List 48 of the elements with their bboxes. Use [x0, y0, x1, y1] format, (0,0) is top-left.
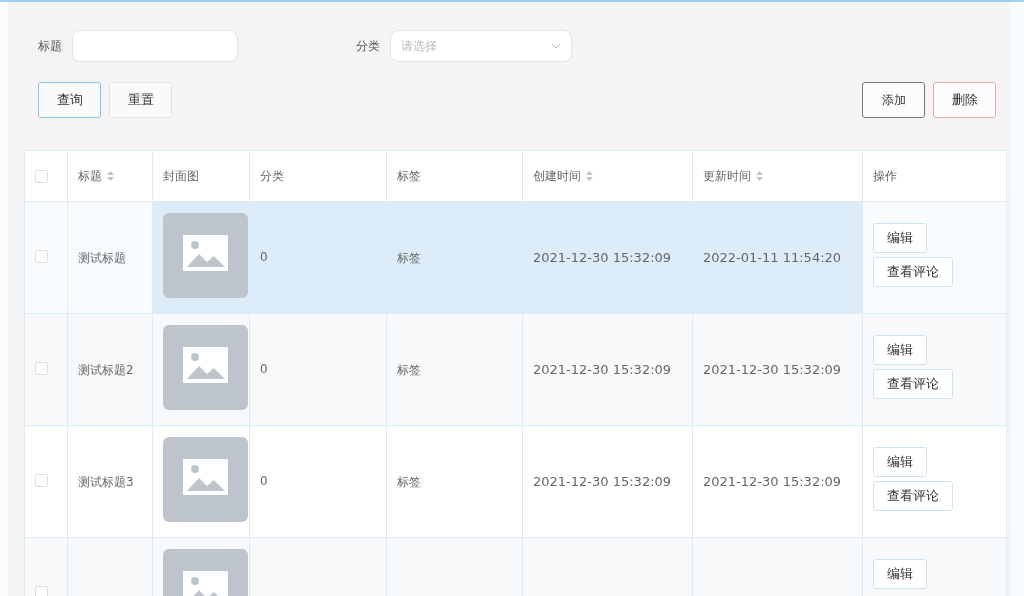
- row-checkbox[interactable]: [35, 474, 48, 487]
- action-button[interactable]: 添加: [862, 82, 925, 118]
- row-action-button[interactable]: 编辑: [873, 223, 927, 253]
- table-cell: 0: [260, 362, 268, 376]
- table-cell: 2021-12-30 15:32:09: [533, 474, 672, 489]
- table-cell: 0: [260, 474, 268, 488]
- table-cell: 测试标题2: [78, 363, 134, 377]
- title-input-field[interactable]: [72, 30, 238, 62]
- sort-icon[interactable]: [107, 171, 114, 181]
- table-cell: 测试标题: [78, 251, 126, 265]
- table-cell: 测试标题3: [78, 475, 134, 489]
- image-placeholder-icon: [163, 213, 248, 298]
- table-cell: 标签: [397, 363, 421, 377]
- column-header: 分类: [260, 168, 284, 183]
- column-header[interactable]: 标题: [78, 168, 102, 183]
- row-action-button[interactable]: 编辑: [873, 447, 927, 477]
- row-action-button[interactable]: 编辑: [873, 335, 927, 365]
- image-placeholder-icon: [163, 325, 248, 410]
- table-cell: 标签: [397, 251, 421, 265]
- row-action-button[interactable]: 查看评论: [873, 369, 953, 399]
- row-action-button[interactable]: 查看评论: [873, 481, 953, 511]
- column-header: 标签: [397, 168, 421, 183]
- image-placeholder-icon: [163, 437, 248, 522]
- filter-label: 标题: [38, 37, 62, 55]
- sort-icon[interactable]: [586, 171, 593, 181]
- filter-label: 分类: [356, 37, 380, 55]
- column-header[interactable]: 更新时间: [703, 168, 751, 183]
- row-action-button[interactable]: 编辑: [873, 559, 927, 589]
- action-button[interactable]: 删除: [933, 82, 996, 118]
- row-checkbox[interactable]: [35, 250, 48, 263]
- sort-icon[interactable]: [756, 171, 763, 181]
- action-button[interactable]: 重置: [109, 82, 172, 118]
- column-header: 操作: [873, 168, 897, 183]
- table-cell: 0: [260, 250, 268, 264]
- column-header[interactable]: 创建时间: [533, 168, 581, 183]
- table-cell: 2021-12-30 15:32:09: [703, 362, 842, 377]
- table-cell: 2021-12-30 15:32:09: [533, 250, 672, 265]
- row-checkbox[interactable]: [35, 169, 48, 183]
- table-cell: 2021-12-30 15:32:09: [703, 474, 842, 489]
- table-cell: 2021-12-30 15:32:09: [533, 362, 672, 377]
- table-cell: 2022-01-11 11:54:20: [703, 250, 842, 265]
- action-button[interactable]: 查询: [38, 82, 101, 118]
- column-header: 封面图: [163, 168, 199, 183]
- table-cell: 标签: [397, 475, 421, 489]
- row-checkbox[interactable]: [35, 362, 48, 375]
- row-checkbox[interactable]: [35, 586, 48, 596]
- chevron-down-icon: [551, 43, 561, 49]
- row-action-button[interactable]: 查看评论: [873, 257, 953, 287]
